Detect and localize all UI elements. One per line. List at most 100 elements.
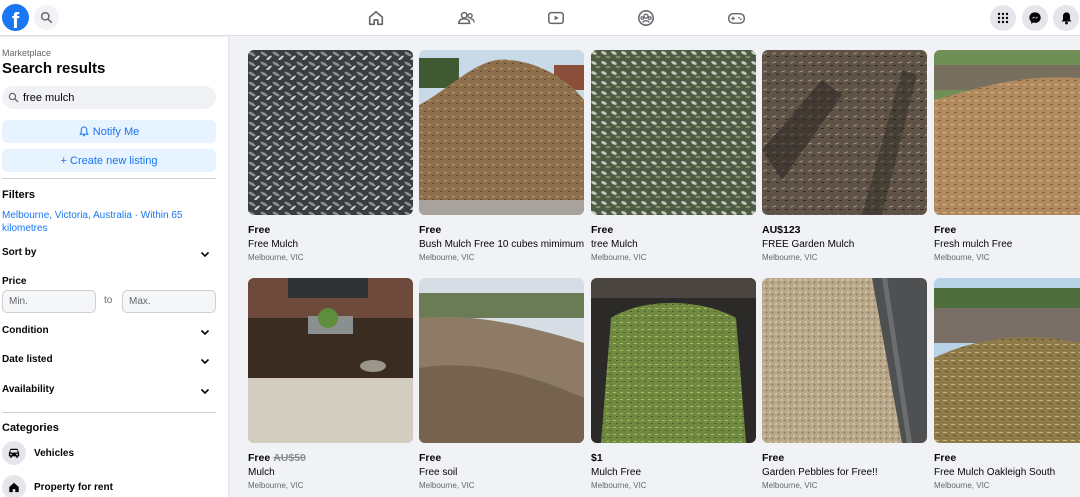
filters-heading: Filters <box>2 189 36 201</box>
listing-card[interactable]: Free Garden Pebbles for Free!! Melbourne… <box>762 278 927 490</box>
listing-photo[interactable] <box>591 50 756 215</box>
min-price-field[interactable]: Min. <box>2 290 96 313</box>
location-filter-link[interactable]: Melbourne, Victoria, Australia · Within … <box>2 209 202 235</box>
listing-price-value: Free <box>419 224 442 236</box>
listing-card[interactable]: $1 Mulch Free Melbourne, VIC <box>591 278 756 490</box>
listing-photo[interactable] <box>419 50 584 215</box>
listing-photo[interactable] <box>248 278 413 443</box>
chevron-down-icon[interactable] <box>199 248 211 260</box>
notify-me-button[interactable]: Notify Me <box>2 120 216 143</box>
category-property-for-rent[interactable]: Property for rent <box>2 475 113 497</box>
listing-price: Free <box>419 452 584 464</box>
car-icon <box>2 441 26 465</box>
listing-photo[interactable] <box>762 50 927 215</box>
listing-title: tree Mulch <box>591 239 638 250</box>
listing-title: Free Mulch Oakleigh South <box>934 467 1056 478</box>
listing-title: Free soil <box>419 467 458 478</box>
listing-location: Melbourne, VIC <box>248 481 304 490</box>
listing-price: Free <box>419 224 584 236</box>
listing-price: Free <box>762 452 927 464</box>
condition-filter[interactable]: Condition <box>2 325 49 336</box>
messenger-icon[interactable] <box>1022 5 1048 31</box>
listing-card[interactable]: Free Free Mulch Melbourne, VIC <box>248 50 413 262</box>
listing-location: Melbourne, VIC <box>934 253 990 262</box>
listing-location: Melbourne, VIC <box>419 481 475 490</box>
listing-price: Free AU$50 <box>248 452 413 464</box>
price-label: Price <box>2 276 27 287</box>
listing-title: Bush Mulch Free 10 cubes mimimum <box>419 239 584 250</box>
listing-title: FREE Garden Mulch <box>762 239 855 250</box>
menu-grid-icon[interactable] <box>990 5 1016 31</box>
category-vehicles[interactable]: Vehicles <box>2 441 74 465</box>
listing-location: Melbourne, VIC <box>762 481 818 490</box>
listing-photo[interactable] <box>762 278 927 443</box>
watch-icon[interactable] <box>545 7 567 29</box>
listing-title: Garden Pebbles for Free!! <box>762 467 878 478</box>
listing-price-value: Free <box>934 452 957 464</box>
gaming-icon[interactable] <box>725 7 747 29</box>
price-to-label: to <box>104 295 113 306</box>
breadcrumb[interactable]: Marketplace <box>2 48 51 58</box>
listing-title: Fresh mulch Free <box>934 239 1013 250</box>
page-title: Search results <box>2 60 106 77</box>
listing-photo[interactable] <box>591 278 756 443</box>
bell-icon <box>79 126 89 137</box>
marketplace-sidebar: Marketplace Search results free mulch No… <box>0 37 228 497</box>
max-price-field[interactable]: Max. <box>122 290 216 313</box>
divider <box>2 178 216 179</box>
listing-location: Melbourne, VIC <box>762 253 818 262</box>
listing-photo[interactable] <box>934 50 1080 215</box>
listing-price-value: Free <box>591 224 614 236</box>
listing-price-value: Free <box>248 224 271 236</box>
listing-price-value: Free <box>934 224 957 236</box>
notify-me-label: Notify Me <box>92 125 140 138</box>
chevron-down-icon[interactable] <box>199 385 211 397</box>
listing-title: Mulch Free <box>591 467 642 478</box>
listing-card[interactable]: Free Free soil Melbourne, VIC <box>419 278 584 490</box>
listing-title: Free Mulch <box>248 239 299 250</box>
listing-price-value: AU$123 <box>762 224 801 236</box>
listing-location: Melbourne, VIC <box>248 253 304 262</box>
listing-location: Melbourne, VIC <box>591 481 647 490</box>
availability-filter[interactable]: Availability <box>2 384 54 395</box>
listing-location: Melbourne, VIC <box>419 253 475 262</box>
home-icon[interactable] <box>365 7 387 29</box>
listing-price-value: Free <box>762 452 785 464</box>
listing-price: Free <box>934 224 1080 236</box>
listing-photo[interactable] <box>934 278 1080 443</box>
listing-price-value: $1 <box>591 452 603 464</box>
listing-card[interactable]: Free tree Mulch Melbourne, VIC <box>591 50 756 262</box>
listing-photo[interactable] <box>419 278 584 443</box>
listing-card[interactable]: Free Bush Mulch Free 10 cubes mimimum Me… <box>419 50 584 262</box>
listing-old-price: AU$50 <box>273 452 306 464</box>
category-label: Property for rent <box>34 481 113 493</box>
chevron-down-icon[interactable] <box>199 326 211 338</box>
groups-icon[interactable] <box>635 7 657 29</box>
listing-card[interactable]: AU$123 FREE Garden Mulch Melbourne, VIC <box>762 50 927 262</box>
listing-card[interactable]: Free Fresh mulch Free Melbourne, VIC <box>934 50 1080 262</box>
chevron-down-icon[interactable] <box>199 355 211 367</box>
listing-location: Melbourne, VIC <box>934 481 990 490</box>
listing-card[interactable]: Free Free Mulch Oakleigh South Melbourne… <box>934 278 1080 490</box>
friends-icon[interactable] <box>455 7 477 29</box>
category-label: Vehicles <box>34 447 75 459</box>
search-input-value: free mulch <box>23 91 75 104</box>
listing-price: AU$123 <box>762 224 927 236</box>
search-icon[interactable] <box>34 5 59 30</box>
top-navigation-bar: f <box>0 0 1080 36</box>
date-listed-filter[interactable]: Date listed <box>2 354 53 365</box>
listing-price-value: Free <box>419 452 442 464</box>
search-icon <box>8 92 19 103</box>
listing-photo[interactable] <box>248 50 413 215</box>
facebook-logo-letter: f <box>11 8 20 31</box>
create-listing-button[interactable]: + Create new listing <box>2 149 216 172</box>
facebook-logo[interactable]: f <box>2 4 29 31</box>
categories-heading: Categories <box>2 422 59 434</box>
notifications-icon[interactable] <box>1053 5 1079 31</box>
house-icon <box>2 475 26 497</box>
listing-card[interactable]: Free AU$50 Mulch Melbourne, VIC <box>248 278 413 490</box>
sort-by-label[interactable]: Sort by <box>2 247 36 258</box>
listing-price: Free <box>248 224 413 236</box>
search-input[interactable]: free mulch <box>2 86 216 109</box>
listing-price-value: Free <box>248 452 271 464</box>
